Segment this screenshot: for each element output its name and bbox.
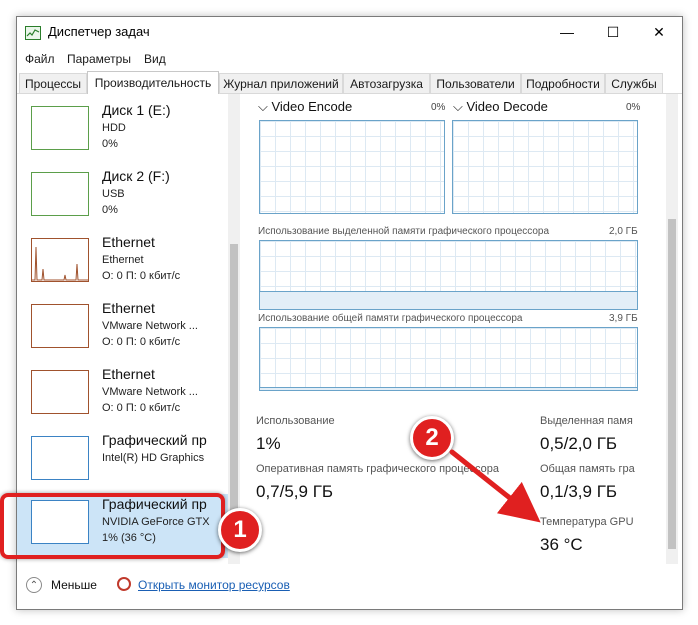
video-encode-graph [259,120,445,214]
open-resource-monitor-link[interactable]: Открыть монитор ресурсов [138,578,290,592]
video-encode-pct: 0% [431,102,446,113]
device-title: Графический пр [102,432,207,448]
maximize-button[interactable]: ☐ [590,17,636,47]
shared-memory-max: 3,9 ГБ [609,313,638,324]
menu-file[interactable]: Файл [25,52,55,66]
device-value: 0% [102,138,118,150]
disk2-graph-thumb [31,172,89,216]
device-item-ethernet-1[interactable]: Ethernet Ethernet О: 0 П: 0 кбит/с [17,232,228,296]
tab-details[interactable]: Подробности [521,73,605,93]
disk1-graph-thumb [31,106,89,150]
chevron-down-icon: ⌵ [258,99,272,114]
annotation-highlight-box [0,493,225,559]
title-bar: Диспетчер задач — ☐ ✕ [17,17,682,47]
shared-memory-label: Использование общей памяти графического … [258,313,523,324]
dedicated-value: 0,5/2,0 ГБ [540,434,618,453]
device-title: Диск 1 (E:) [102,102,171,118]
video-encode-header[interactable]: ⌵ Video Encode [258,99,352,115]
dedicated-memory-label: Использование выделенной памяти графичес… [258,226,550,237]
shared-value: 0,1/3,9 ГБ [540,482,618,501]
device-value: О: 0 П: 0 кбит/с [102,402,181,414]
gpu-temp-label: Температура GPU [540,516,634,528]
ethernet1-graph-thumb [31,238,89,282]
gpu0-graph-thumb [31,436,89,480]
tab-services[interactable]: Службы [605,73,663,93]
close-button[interactable]: ✕ [636,17,682,47]
tab-processes[interactable]: Процессы [19,73,87,93]
usage-value: 1% [256,434,281,453]
video-decode-graph [452,120,638,214]
dedicated-memory-fill [260,291,637,309]
dedicated-memory-graph [259,240,638,310]
video-decode-header[interactable]: ⌵ Video Decode [453,99,548,115]
device-value: О: 0 П: 0 кбит/с [102,270,181,282]
gpu-temp-value: 36 °C [540,535,583,554]
dedicated-label: Выделенная памя [540,415,633,427]
device-subtitle: USB [102,188,125,200]
tab-users[interactable]: Пользователи [430,73,521,93]
gpu-details-panel: ⌵ Video Encode 0% ⌵ Video Decode 0% Испо… [247,94,667,564]
device-subtitle: VMware Network ... [102,320,198,332]
gpu-ram-label: Оперативная память графического процессо… [256,463,500,475]
device-item-ethernet-3[interactable]: Ethernet VMware Network ... О: 0 П: 0 кб… [17,364,228,428]
tab-app-history[interactable]: Журнал приложений [219,73,343,93]
device-item-disk1[interactable]: Диск 1 (E:) HDD 0% [17,100,228,164]
video-encode-label: Video Encode [271,99,353,114]
minimize-button[interactable]: — [544,17,590,47]
ethernet3-graph-thumb [31,370,89,414]
menu-options[interactable]: Параметры [67,52,131,66]
annotation-badge-1: 1 [218,508,262,552]
window-title: Диспетчер задач [48,24,150,39]
resource-monitor-icon [117,577,131,591]
annotation-badge-2: 2 [410,416,454,460]
video-decode-label: Video Decode [466,99,548,114]
ethernet2-graph-thumb [31,304,89,348]
device-value: 0% [102,204,118,216]
device-title: Ethernet [102,300,155,316]
shared-memory-fill [260,387,637,390]
device-subtitle: VMware Network ... [102,386,198,398]
shared-label: Общая память гра [540,463,635,475]
details-scrollbar[interactable] [666,94,678,564]
footer: ⌃ Меньше Открыть монитор ресурсов [17,569,682,609]
device-item-ethernet-2[interactable]: Ethernet VMware Network ... О: 0 П: 0 кб… [17,298,228,362]
dedicated-memory-max: 2,0 ГБ [609,226,638,237]
device-title: Диск 2 (F:) [102,168,170,184]
chevron-up-icon[interactable]: ⌃ [26,577,42,593]
tab-startup[interactable]: Автозагрузка [343,73,430,93]
device-subtitle: Intel(R) HD Graphics [102,452,205,464]
tab-bar: Процессы Производительность Журнал прило… [17,71,682,94]
video-decode-pct: 0% [626,102,641,113]
tab-performance[interactable]: Производительность [87,71,219,94]
task-manager-icon [25,26,41,40]
device-subtitle: HDD [102,122,126,134]
menu-bar: Файл Параметры Вид [17,47,682,69]
shared-memory-graph [259,327,638,391]
scrollbar-thumb[interactable] [230,244,238,544]
scrollbar-thumb[interactable] [668,219,676,549]
device-title: Ethernet [102,234,155,250]
chevron-down-icon: ⌵ [453,99,467,114]
device-subtitle: Ethernet [102,254,144,266]
device-item-disk2[interactable]: Диск 2 (F:) USB 0% [17,166,228,230]
device-value: О: 0 П: 0 кбит/с [102,336,181,348]
gpu-ram-value: 0,7/5,9 ГБ [256,482,334,501]
device-title: Ethernet [102,366,155,382]
fewer-details-button[interactable]: Меньше [51,578,97,592]
device-list-scrollbar[interactable] [228,94,240,564]
menu-view[interactable]: Вид [144,52,166,66]
usage-label: Использование [256,415,335,427]
device-item-gpu-intel[interactable]: Графический пр Intel(R) HD Graphics [17,430,228,494]
